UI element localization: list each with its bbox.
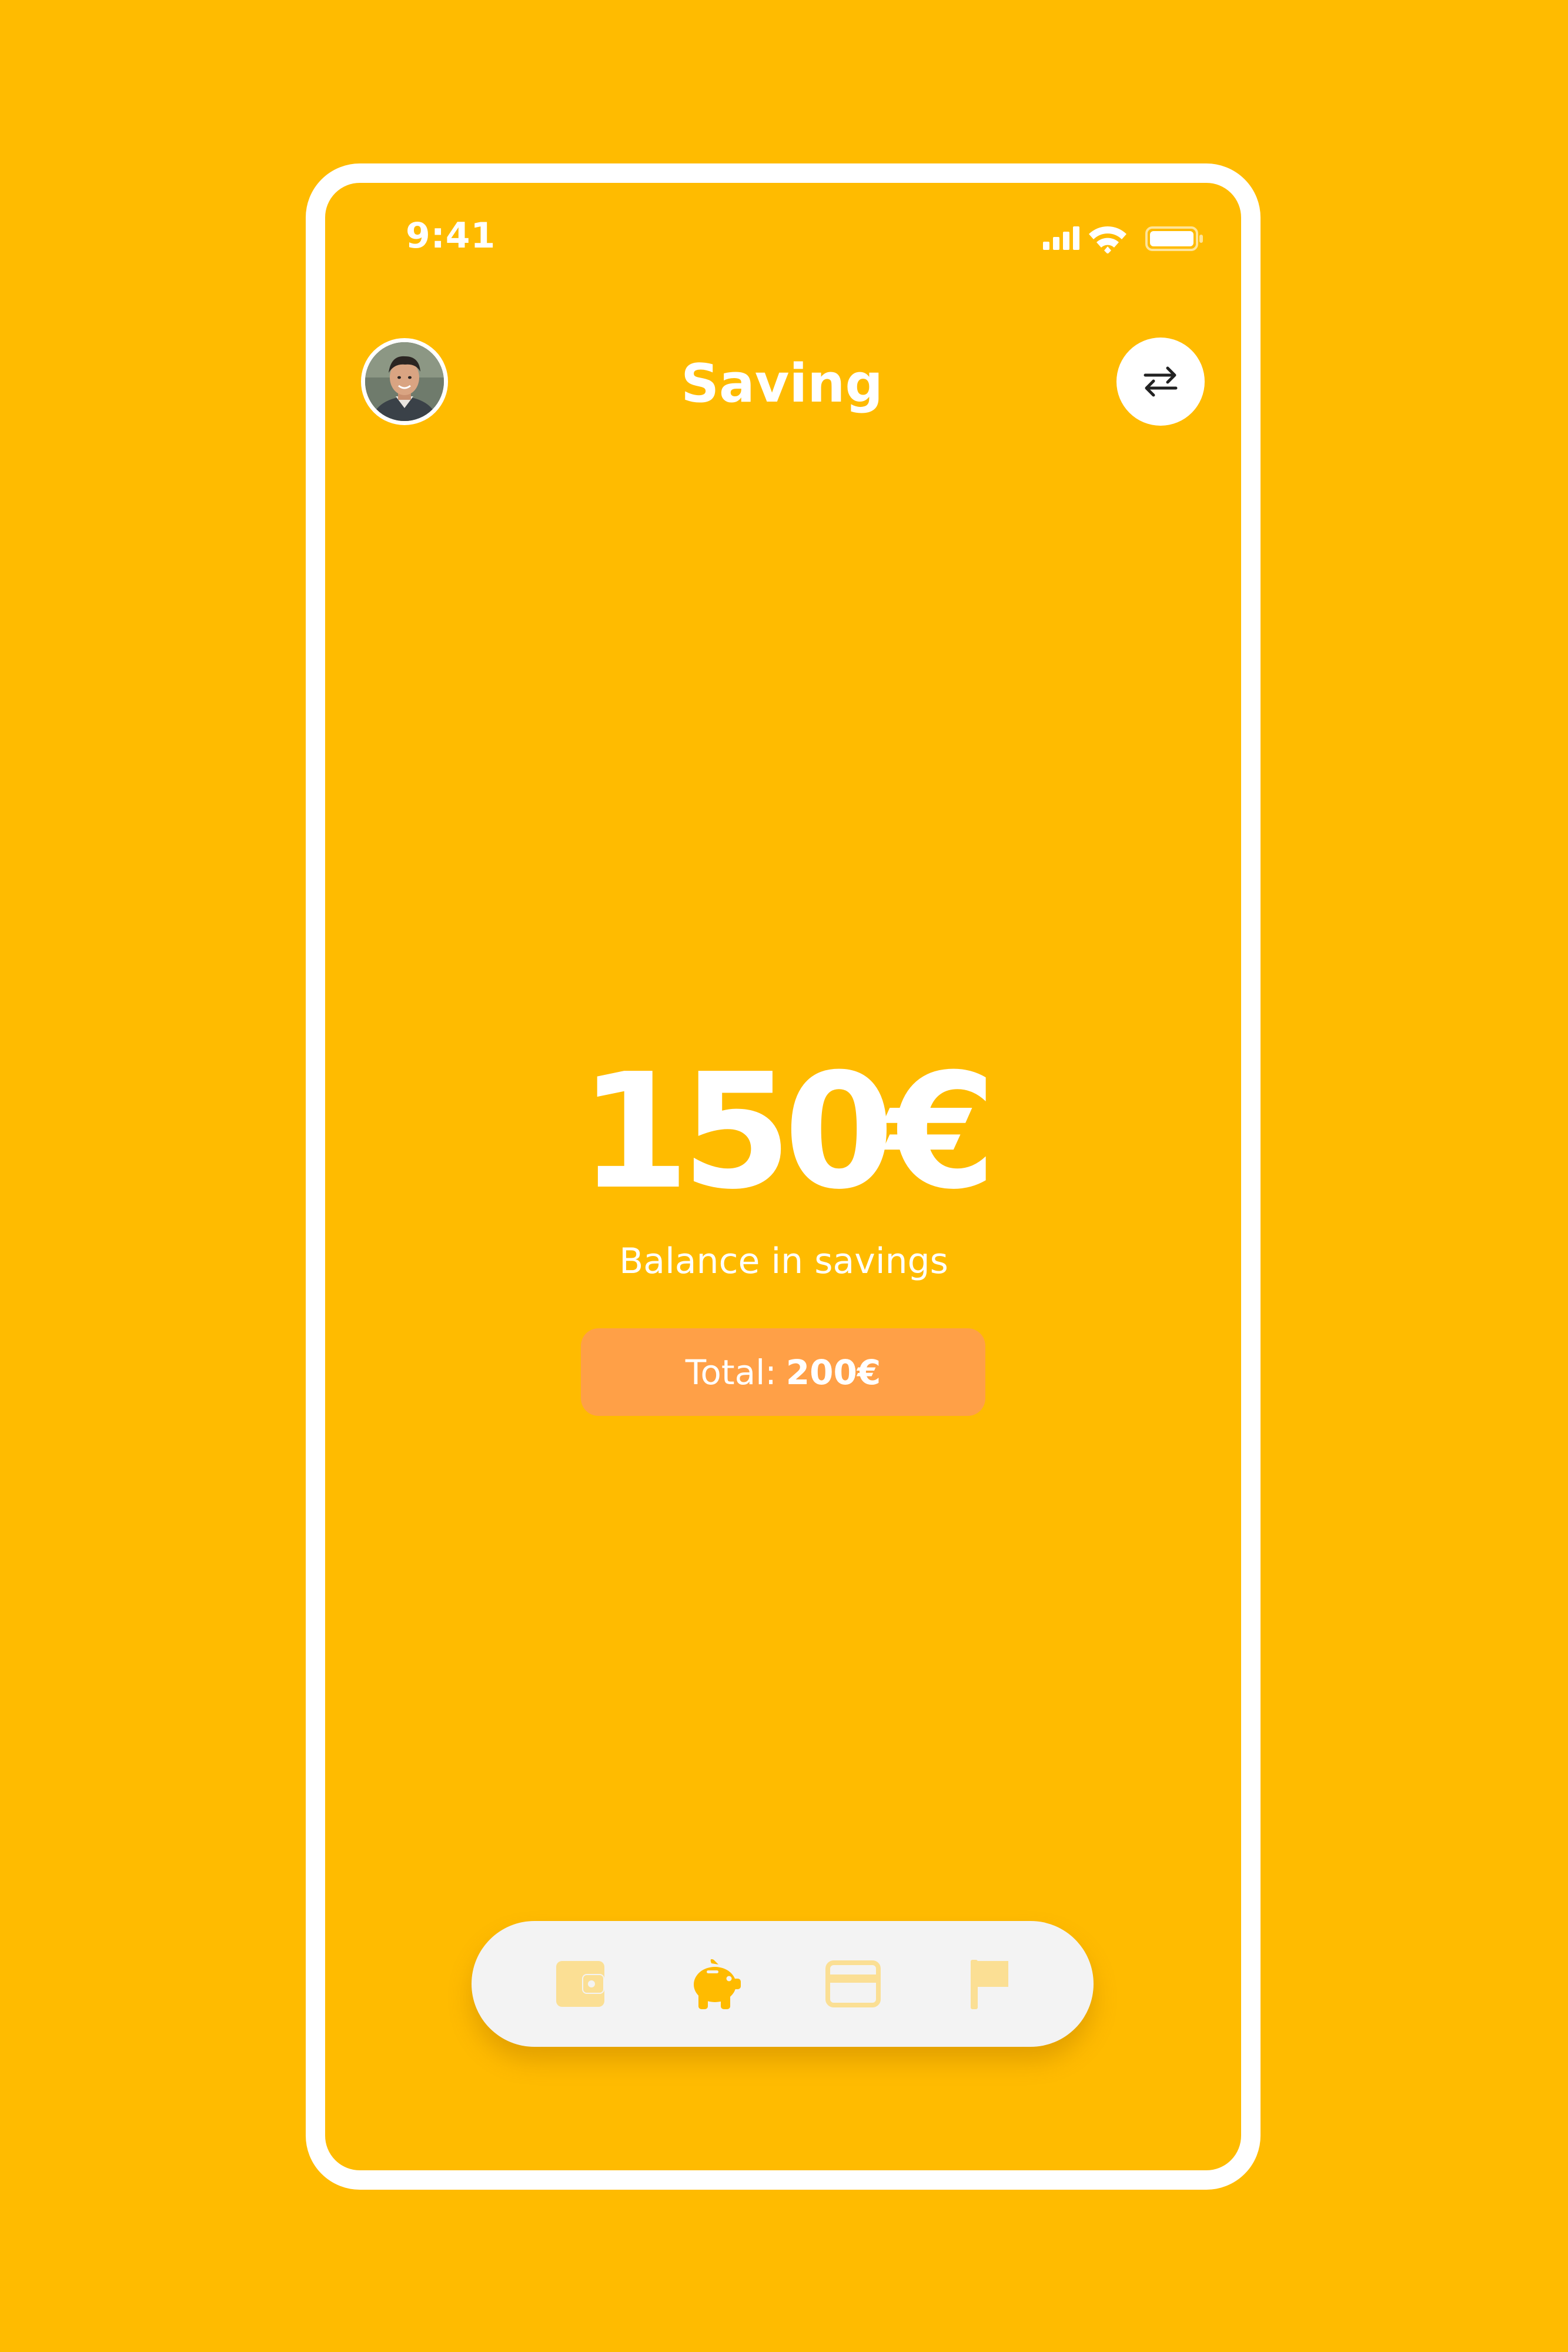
flag-icon	[971, 1960, 1008, 2009]
wifi-icon	[1089, 226, 1126, 254]
credit-card-icon	[825, 1960, 881, 2007]
battery-icon	[1145, 226, 1203, 251]
avatar[interactable]	[361, 338, 448, 425]
tab-goals[interactable]	[960, 1955, 1019, 2013]
swap-arrows-icon	[1144, 366, 1178, 397]
wallet-icon	[556, 1961, 604, 2007]
cellular-signal-icon	[1043, 226, 1079, 250]
tab-card[interactable]	[824, 1955, 882, 2013]
balance-label: Balance in savings	[619, 1241, 948, 1282]
total-value: 200€	[785, 1352, 881, 1392]
tab-bar	[472, 1921, 1094, 2047]
total-label: Total:	[685, 1352, 777, 1392]
tab-wallet[interactable]	[551, 1955, 610, 2013]
status-icons	[1041, 224, 1205, 254]
tab-savings[interactable]	[687, 1955, 746, 2013]
status-time: 9:41	[406, 215, 496, 256]
page-title: Saving	[681, 353, 883, 415]
balance-amount: 150€	[579, 1039, 996, 1224]
piggy-bank-icon	[694, 1959, 741, 2009]
total-pill: Total: 200€	[581, 1328, 985, 1416]
swap-button[interactable]	[1116, 338, 1205, 426]
